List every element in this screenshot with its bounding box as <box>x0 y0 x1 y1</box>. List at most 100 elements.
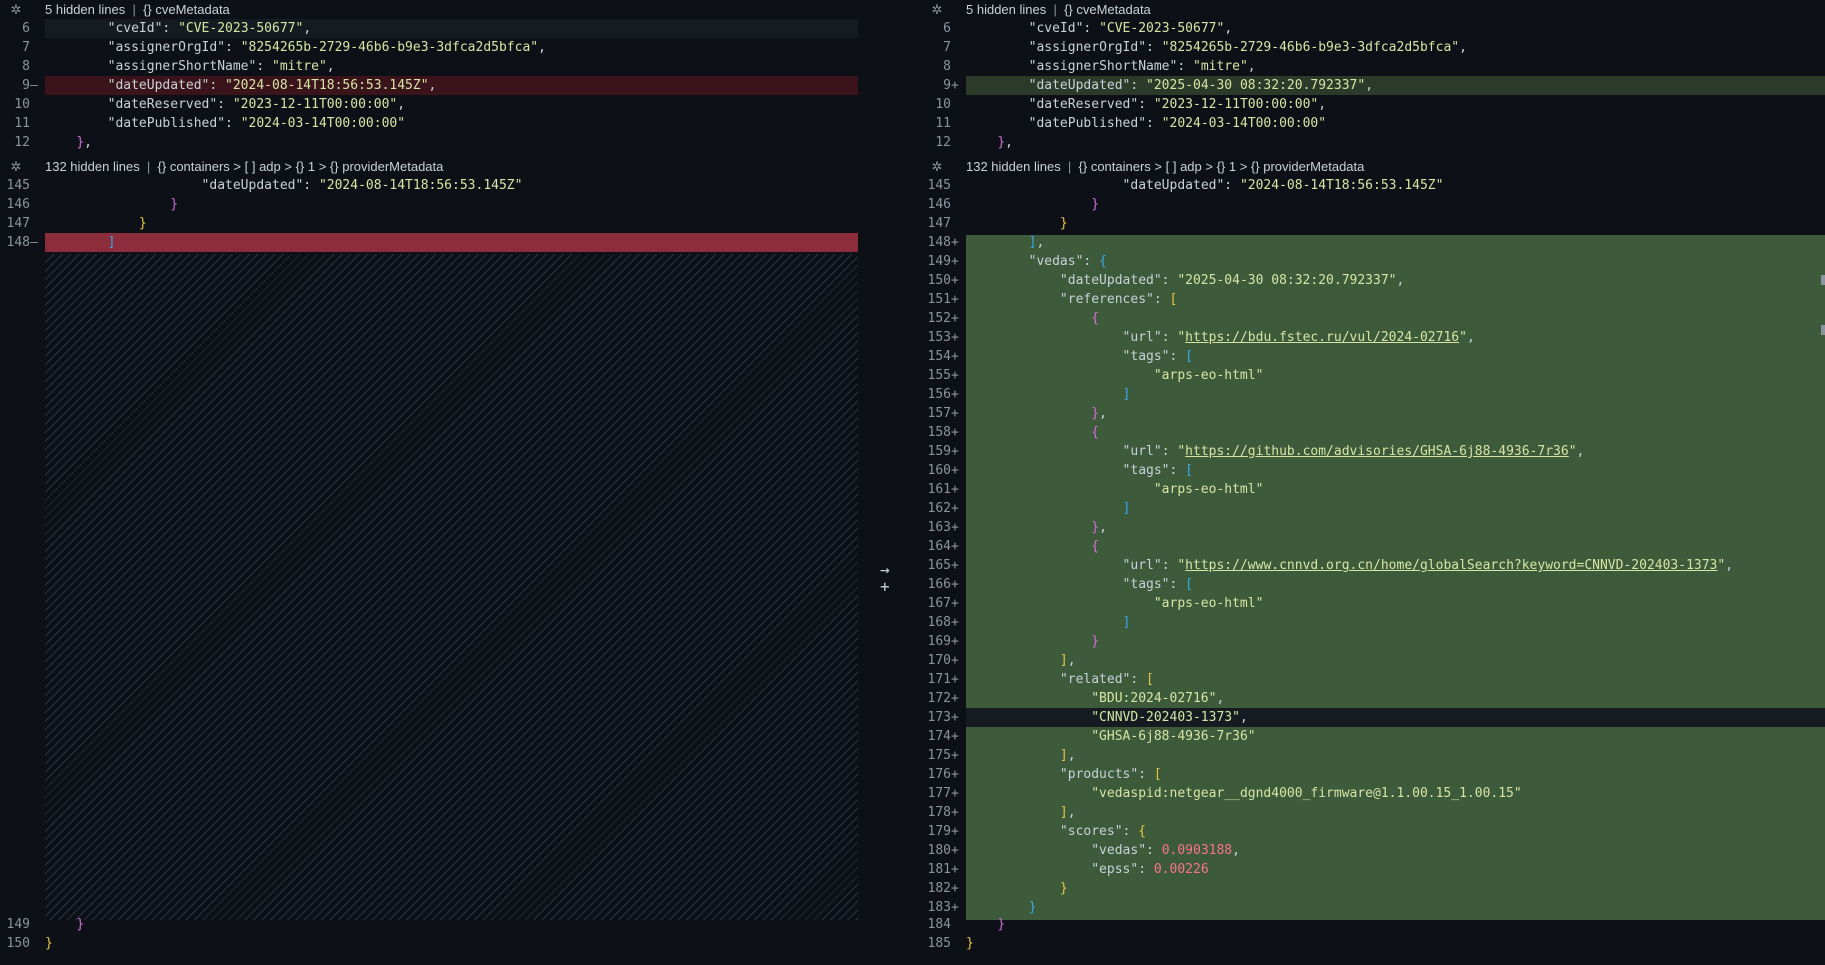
code-line[interactable]: 164 + { <box>921 537 1825 556</box>
breadcrumb[interactable]: {} containers > [ ] adp > {} 1 > {} prov… <box>1079 159 1365 174</box>
code-line[interactable]: 169 + } <box>921 632 1825 651</box>
code-line[interactable]: 145 "dateUpdated": "2024-08-14T18:56:53.… <box>921 176 1825 195</box>
code-line[interactable]: 163 + }, <box>921 518 1825 537</box>
code-line[interactable]: 184 } <box>921 915 1825 934</box>
hidden-lines-count[interactable]: 132 hidden lines <box>45 159 140 174</box>
code-line[interactable]: 171 + "related": [ <box>921 670 1825 689</box>
line-number: 178 <box>927 805 951 820</box>
code-line[interactable]: 173 + "CNNVD-202403-1373", <box>921 708 1825 727</box>
fold-header[interactable]: ✲ 132 hidden lines | {} containers > [ ] … <box>921 157 1825 176</box>
hidden-lines-count[interactable]: 132 hidden lines <box>966 159 1061 174</box>
code-text: "arps-eo-html" <box>1153 596 1264 611</box>
expand-icon[interactable]: ✲ <box>8 0 24 19</box>
code-line[interactable]: 8 "assignerShortName": "mitre", <box>921 57 1825 76</box>
fold-header[interactable]: ✲ 5 hidden lines | {} cveMetadata <box>921 0 1825 19</box>
code-line[interactable]: 147 } <box>0 214 858 233</box>
code-line[interactable]: 161 + "arps-eo-html" <box>921 480 1825 499</box>
code-line[interactable]: 152 + { <box>921 309 1825 328</box>
code-line[interactable]: 181 + "epss": 0.00226 <box>921 860 1825 879</box>
diff-marker: + <box>951 273 959 288</box>
breadcrumb[interactable]: {} containers > [ ] adp > {} 1 > {} prov… <box>158 159 444 174</box>
code-line[interactable]: 148 + ], <box>921 233 1825 252</box>
scrollbar-marker[interactable] <box>1821 325 1825 335</box>
code-line[interactable]: 147 } <box>921 214 1825 233</box>
code-line[interactable]: 150} <box>0 934 858 953</box>
scrollbar-marker[interactable] <box>1821 275 1825 285</box>
code-line[interactable]: 149 } <box>0 915 858 934</box>
code-line[interactable]: 8 "assignerShortName": "mitre", <box>0 57 858 76</box>
fold-header[interactable]: ✲ 5 hidden lines | {} cveMetadata <box>0 0 858 19</box>
code-line[interactable]: 177 + "vedaspid:netgear__dgnd4000_firmwar… <box>921 784 1825 803</box>
code-line[interactable]: 180 + "vedas": 0.0903188, <box>921 841 1825 860</box>
code-line[interactable]: 6 "cveId": "CVE-2023-50677", <box>0 19 858 38</box>
code-line[interactable]: 7 "assignerOrgId": "8254265b-2729-46b6-b… <box>0 38 858 57</box>
code-line[interactable]: 149 + "vedas": { <box>921 252 1825 271</box>
line-number: 172 <box>927 691 951 706</box>
code-line[interactable]: 172 + "BDU:2024-02716", <box>921 689 1825 708</box>
code-line[interactable]: 175 + ], <box>921 746 1825 765</box>
code-line[interactable]: 160 + "tags": [ <box>921 461 1825 480</box>
code-line[interactable]: 11 "datePublished": "2024-03-14T00:00:00… <box>921 114 1825 133</box>
code-text: }, <box>1091 406 1107 421</box>
code-line[interactable]: 10 "dateReserved": "2023-12-11T00:00:00"… <box>921 95 1825 114</box>
code-line[interactable]: 167 + "arps-eo-html" <box>921 594 1825 613</box>
code-line[interactable]: 178 + ], <box>921 803 1825 822</box>
code-line[interactable]: 12 }, <box>921 133 1825 152</box>
code-line[interactable]: 158 + { <box>921 423 1825 442</box>
code-line[interactable]: 162 + ] <box>921 499 1825 518</box>
diff-marker: + <box>951 406 959 421</box>
hidden-lines-count[interactable]: 5 hidden lines <box>45 2 125 17</box>
code-line[interactable]: 7 "assignerOrgId": "8254265b-2729-46b6-b… <box>921 38 1825 57</box>
code-line[interactable]: 145 "dateUpdated": "2024-08-14T18:56:53.… <box>0 176 858 195</box>
code-line[interactable]: 9— "dateUpdated": "2024-08-14T18:56:53.1… <box>0 76 858 95</box>
expand-icon[interactable]: ✲ <box>929 157 945 176</box>
code-line[interactable]: 148— ] <box>0 233 858 252</box>
code-line[interactable]: 176 + "products": [ <box>921 765 1825 784</box>
code-line[interactable]: 170 + ], <box>921 651 1825 670</box>
code-line[interactable]: 12 }, <box>0 133 858 152</box>
fold-header[interactable]: ✲ 132 hidden lines | {} containers > [ ] … <box>0 157 858 176</box>
line-number: 157 <box>927 406 951 421</box>
code-line[interactable]: 165 + "url": "https://www.cnnvd.org.cn/ho… <box>921 556 1825 575</box>
breadcrumb[interactable]: {} cveMetadata <box>1064 2 1151 17</box>
code-line[interactable]: 146 } <box>0 195 858 214</box>
code-text: "assignerOrgId": "8254265b-2729-46b6-b9e… <box>1028 40 1467 55</box>
code-text: } <box>138 216 147 231</box>
plus-icon[interactable]: + <box>880 577 890 596</box>
code-text: { <box>1091 539 1100 554</box>
code-line[interactable]: 182 + } <box>921 879 1825 898</box>
code-line[interactable]: 151 + "references": [ <box>921 290 1825 309</box>
diff-marker: + <box>951 710 959 725</box>
code-line[interactable]: 185} <box>921 934 1825 953</box>
diff-marker: + <box>951 634 959 649</box>
code-line[interactable]: 157 + }, <box>921 404 1825 423</box>
code-line[interactable]: 153 + "url": "https://bdu.fstec.ru/vul/20… <box>921 328 1825 347</box>
expand-icon[interactable]: ✲ <box>929 0 945 19</box>
code-line[interactable]: 166 + "tags": [ <box>921 575 1825 594</box>
code-line[interactable]: 146 } <box>921 195 1825 214</box>
diff-marker: + <box>951 349 959 364</box>
breadcrumb[interactable]: {} cveMetadata <box>143 2 230 17</box>
line-number: 164 <box>927 539 951 554</box>
code-line[interactable]: 150 + "dateUpdated": "2025-04-30 08:32:20… <box>921 271 1825 290</box>
code-line[interactable]: 174 + "GHSA-6j88-4936-7r36" <box>921 727 1825 746</box>
code-line[interactable]: 11 "datePublished": "2024-03-14T00:00:00… <box>0 114 858 133</box>
code-line[interactable]: 9 + "dateUpdated": "2025-04-30 08:32:20.7… <box>921 76 1825 95</box>
code-line[interactable]: 154 + "tags": [ <box>921 347 1825 366</box>
code-line[interactable]: 159 + "url": "https://github.com/advisori… <box>921 442 1825 461</box>
hatched-empty-region <box>45 254 858 920</box>
line-number: 10 <box>935 97 951 112</box>
expand-icon[interactable]: ✲ <box>8 157 24 176</box>
code-line[interactable]: 179 + "scores": { <box>921 822 1825 841</box>
code-line[interactable]: 10 "dateReserved": "2023-12-11T00:00:00"… <box>0 95 858 114</box>
line-number: 174 <box>927 729 951 744</box>
line-number: 161 <box>927 482 951 497</box>
code-line[interactable]: 155 + "arps-eo-html" <box>921 366 1825 385</box>
code-line[interactable]: 168 + ] <box>921 613 1825 632</box>
code-line[interactable]: 156 + ] <box>921 385 1825 404</box>
code-line[interactable]: 6 "cveId": "CVE-2023-50677", <box>921 19 1825 38</box>
diff-marker: + <box>951 78 959 93</box>
hidden-lines-count[interactable]: 5 hidden lines <box>966 2 1046 17</box>
diff-marker: + <box>951 235 959 250</box>
code-text: ] <box>107 235 116 250</box>
